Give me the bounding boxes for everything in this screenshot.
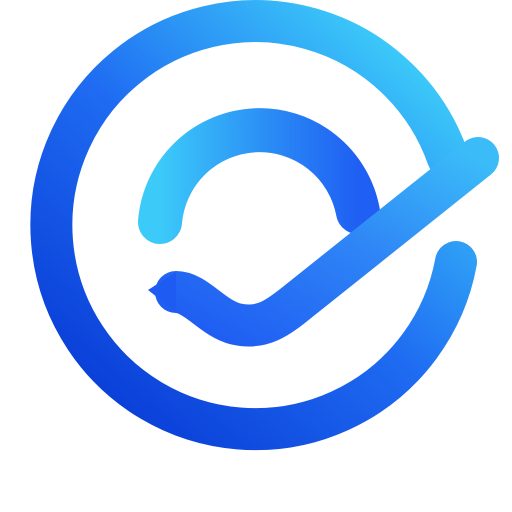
logo-canvas xyxy=(0,0,512,512)
inner-arc xyxy=(138,108,380,244)
circular-checkmark-logo-icon xyxy=(30,0,499,451)
